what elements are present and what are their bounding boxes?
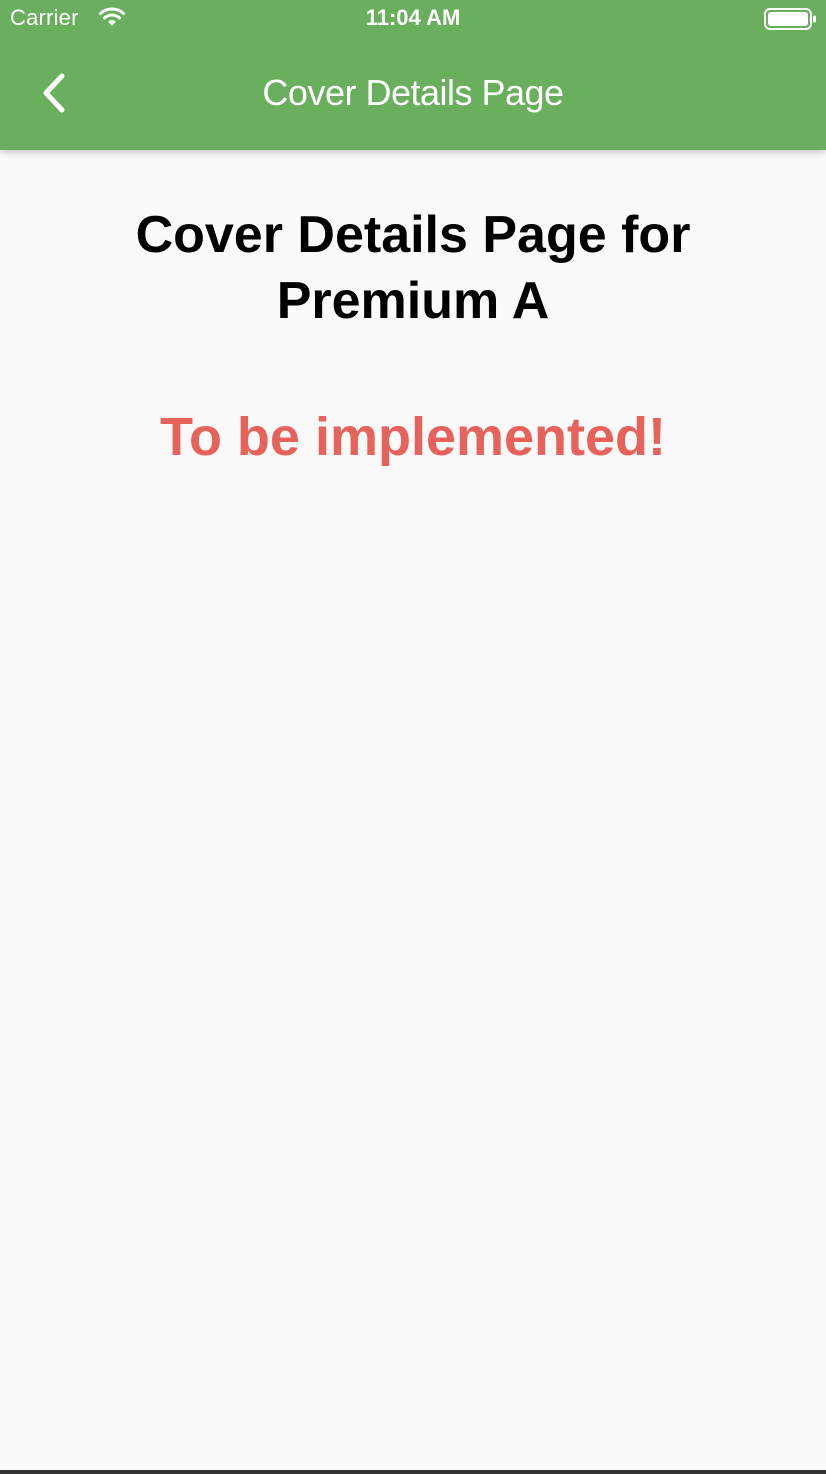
status-time: 11:04 AM — [365, 5, 461, 30]
main-content: Cover Details Page for Premium A To be i… — [0, 150, 826, 470]
status-bar: Carrier 11:04 AM — [0, 0, 826, 40]
not-implemented-notice: To be implemented! — [159, 407, 667, 467]
page-title: Cover Details Page — [262, 72, 564, 113]
cover-details-heading: Cover Details Page for Premium A — [135, 206, 691, 330]
screen: Carrier 11:04 AM Cover Details Page Cove… — [0, 0, 826, 1474]
bottom-edge-bar — [0, 1470, 826, 1474]
battery-full-icon — [764, 7, 818, 31]
app-bar: Carrier 11:04 AM Cover Details Page — [0, 0, 826, 150]
